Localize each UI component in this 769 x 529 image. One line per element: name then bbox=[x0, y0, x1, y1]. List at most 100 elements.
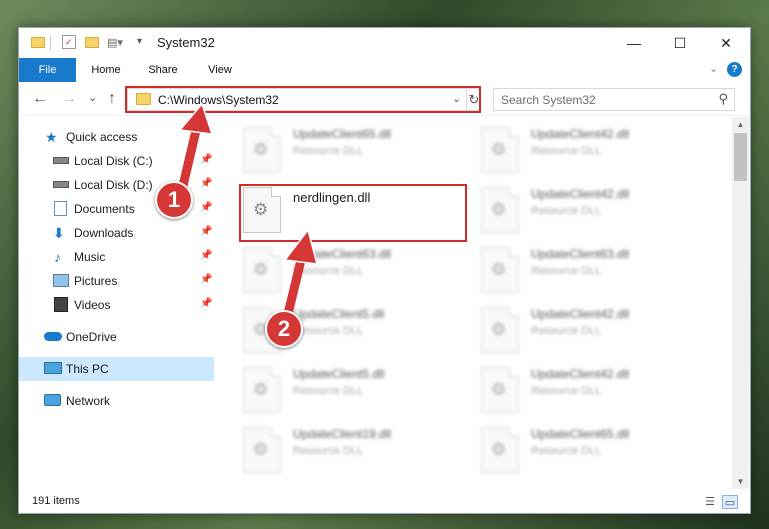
file-name: UpdateClient42.dll bbox=[531, 127, 630, 141]
file-name: UpdateClient63.dll bbox=[293, 247, 392, 261]
file-name: UpdateClient19.dll bbox=[293, 427, 392, 441]
back-button[interactable]: ← bbox=[32, 90, 48, 108]
sidebar-item-this-pc[interactable]: This PC bbox=[19, 357, 214, 381]
gear-icon: ⚙ bbox=[253, 260, 269, 279]
pin-icon[interactable]: 📌 bbox=[200, 202, 212, 213]
file-name: UpdateClient65.dll bbox=[293, 127, 392, 141]
close-button[interactable]: ✕ bbox=[703, 28, 749, 58]
drive-icon bbox=[53, 157, 69, 164]
sidebar-item-label: OneDrive bbox=[66, 330, 117, 344]
pin-icon[interactable]: 📌 bbox=[200, 250, 212, 261]
status-bar: 191 items ☰ ▭ bbox=[19, 490, 750, 513]
file-type: Resource DLL bbox=[293, 145, 364, 157]
file-tile[interactable]: ⚙ UpdateClient5.dll Resource DLL bbox=[243, 365, 473, 417]
documents-icon bbox=[54, 201, 67, 216]
pin-icon[interactable]: 📌 bbox=[200, 274, 212, 285]
scroll-up-icon[interactable]: ▲ bbox=[732, 117, 749, 132]
network-icon bbox=[44, 394, 61, 406]
sidebar-item-label: Documents bbox=[74, 202, 135, 216]
divider bbox=[50, 35, 51, 50]
callout-badge-2: 2 bbox=[265, 310, 303, 348]
file-tile[interactable]: ⚙ UpdateClient42.dll Resource DLL bbox=[481, 365, 711, 417]
customize-toolbar-icon[interactable]: ▤▾ bbox=[107, 36, 123, 49]
file-tile[interactable]: ⚙ UpdateClient42.dll Resource DLL bbox=[481, 185, 711, 237]
file-type: Resource DLL bbox=[531, 265, 602, 277]
large-icons-view-icon[interactable]: ▭ bbox=[722, 495, 738, 509]
file-explorer-window: ✓ ▤▾ ▾ System32 — ☐ ✕ File Home Share Vi… bbox=[18, 27, 751, 514]
gear-icon: ⚙ bbox=[491, 320, 507, 339]
pc-icon bbox=[44, 362, 62, 374]
expand-ribbon-icon[interactable]: ⌄ bbox=[709, 62, 718, 75]
dll-file-icon: ⚙ bbox=[243, 367, 281, 413]
file-highlight-box bbox=[239, 184, 467, 242]
sidebar-item-label: Local Disk (C:) bbox=[74, 154, 153, 168]
file-tile[interactable]: ⚙ UpdateClient65.dll Resource DLL bbox=[243, 125, 473, 177]
minimize-button[interactable]: — bbox=[611, 28, 657, 58]
sidebar-item-onedrive[interactable]: OneDrive bbox=[19, 325, 214, 349]
sidebar-item-label: Pictures bbox=[74, 274, 118, 288]
properties-icon[interactable]: ✓ bbox=[62, 35, 76, 49]
callout-badge-1: 1 bbox=[155, 181, 193, 219]
file-tile[interactable]: ⚙ UpdateClient63.dll Resource DLL bbox=[243, 245, 473, 297]
file-type: Resource DLL bbox=[531, 325, 602, 337]
pin-icon[interactable]: 📌 bbox=[200, 226, 212, 237]
sidebar-item-label: Quick access bbox=[66, 130, 138, 144]
help-icon[interactable]: ? bbox=[727, 62, 742, 77]
dll-file-icon: ⚙ bbox=[481, 247, 519, 293]
up-button[interactable]: ↑ bbox=[108, 90, 116, 108]
gear-icon: ⚙ bbox=[491, 140, 507, 159]
videos-icon bbox=[54, 297, 68, 312]
ribbon-tabs: File Home Share View ⌄ ? bbox=[19, 58, 750, 82]
dll-file-icon: ⚙ bbox=[481, 187, 519, 233]
gear-icon: ⚙ bbox=[491, 380, 507, 399]
file-tile[interactable]: ⚙ UpdateClient63.dll Resource DLL bbox=[481, 245, 711, 297]
vertical-scrollbar[interactable]: ▲ ▼ bbox=[732, 117, 749, 489]
dll-file-icon: ⚙ bbox=[481, 307, 519, 353]
tab-view[interactable]: View bbox=[195, 58, 245, 82]
new-folder-icon[interactable] bbox=[85, 37, 99, 48]
pin-icon[interactable]: 📌 bbox=[200, 178, 212, 189]
sidebar-item-label: Local Disk (D:) bbox=[74, 178, 153, 192]
file-name: UpdateClient42.dll bbox=[531, 307, 630, 321]
sidebar-item-videos[interactable]: Videos 📌 bbox=[19, 293, 214, 317]
file-tile[interactable]: ⚙ UpdateClient42.dll Resource DLL bbox=[481, 305, 711, 357]
file-tile[interactable]: ⚙ UpdateClient65.dll Resource DLL bbox=[481, 425, 711, 477]
search-input[interactable]: Search System32 ⚲ bbox=[493, 88, 735, 111]
sidebar-item-pictures[interactable]: Pictures 📌 bbox=[19, 269, 214, 293]
sidebar-item-label: Videos bbox=[74, 298, 111, 312]
quick-access-dropdown-icon[interactable]: ▾ bbox=[137, 36, 142, 47]
details-view-icon[interactable]: ☰ bbox=[702, 495, 718, 509]
dll-file-icon: ⚙ bbox=[481, 127, 519, 173]
gear-icon: ⚙ bbox=[491, 200, 507, 219]
pin-icon[interactable]: 📌 bbox=[200, 298, 212, 309]
file-name: UpdateClient5.dll bbox=[293, 307, 385, 321]
onedrive-icon bbox=[44, 332, 62, 341]
search-icon[interactable]: ⚲ bbox=[718, 91, 728, 107]
file-type: Resource DLL bbox=[293, 445, 364, 457]
sidebar-item-music[interactable]: ♪ Music 📌 bbox=[19, 245, 214, 269]
file-tile[interactable]: ⚙ UpdateClient19.dll Resource DLL bbox=[243, 425, 473, 477]
dll-file-icon: ⚙ bbox=[243, 427, 281, 473]
dll-file-icon: ⚙ bbox=[243, 127, 281, 173]
maximize-button[interactable]: ☐ bbox=[657, 28, 703, 58]
navigation-pane: ★ Quick access Local Disk (C:) 📌 Local D… bbox=[19, 117, 214, 489]
tab-share[interactable]: Share bbox=[138, 58, 188, 82]
scroll-down-icon[interactable]: ▼ bbox=[732, 474, 749, 489]
address-highlight-box bbox=[125, 86, 481, 113]
tab-file[interactable]: File bbox=[19, 58, 76, 82]
search-placeholder: Search System32 bbox=[501, 93, 596, 107]
downloads-icon: ⬇ bbox=[53, 225, 65, 241]
file-tile[interactable]: ⚙ UpdateClient42.dll Resource DLL bbox=[481, 125, 711, 177]
tab-home[interactable]: Home bbox=[81, 58, 131, 82]
sidebar-item-quick-access[interactable]: ★ Quick access bbox=[19, 125, 214, 149]
forward-button[interactable]: → bbox=[61, 90, 77, 108]
sidebar-item-local-disk-c[interactable]: Local Disk (C:) 📌 bbox=[19, 149, 214, 173]
pin-icon[interactable]: 📌 bbox=[200, 154, 212, 165]
scroll-thumb[interactable] bbox=[734, 133, 747, 181]
recent-locations-button[interactable]: ⌄ bbox=[88, 89, 97, 107]
dll-file-icon: ⚙ bbox=[481, 427, 519, 473]
sidebar-item-network[interactable]: Network bbox=[19, 389, 214, 413]
music-icon: ♪ bbox=[54, 249, 61, 265]
sidebar-item-downloads[interactable]: ⬇ Downloads 📌 bbox=[19, 221, 214, 245]
title-bar: ✓ ▤▾ ▾ System32 — ☐ ✕ bbox=[19, 28, 750, 58]
